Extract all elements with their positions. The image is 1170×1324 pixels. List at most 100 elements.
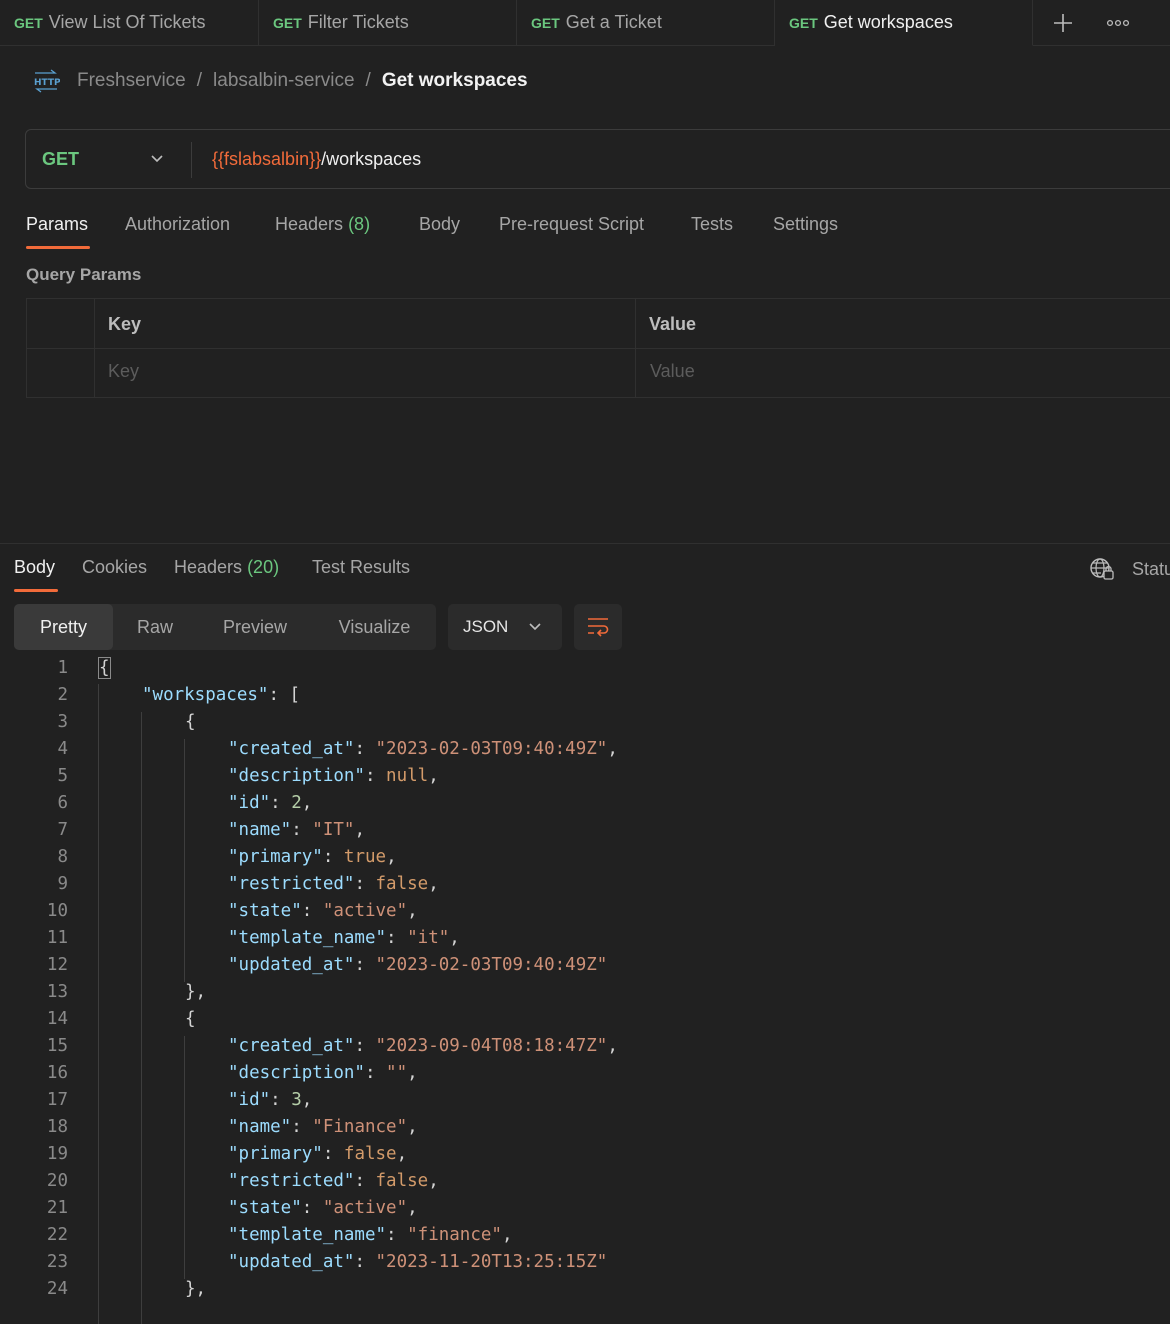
- tab-pre-request-script[interactable]: Pre-request Script: [499, 214, 644, 235]
- code-line: "restricted": false,: [228, 1171, 439, 1191]
- format-raw-button[interactable]: Raw: [113, 604, 197, 650]
- indent-guide: [184, 739, 185, 982]
- line-number: 4: [57, 739, 68, 759]
- code-line: "state": "active",: [228, 901, 418, 921]
- response-tab-body[interactable]: Body: [14, 557, 55, 578]
- breadcrumb-folder[interactable]: labsalbin-service: [213, 70, 355, 92]
- format-preview-button[interactable]: Preview: [197, 604, 313, 650]
- json-value: "it": [407, 928, 450, 948]
- line-number: 5: [57, 766, 68, 786]
- url-bar: GET {{fslabsalbin}}/workspaces: [25, 129, 1170, 189]
- response-tab-headers[interactable]: Headers (20): [174, 557, 279, 578]
- json-value: "2023-02-03T09:40:49Z": [375, 955, 608, 975]
- table-divider: [94, 299, 95, 397]
- code-line: "restricted": false,: [228, 874, 439, 894]
- json-punctuation: :: [354, 1036, 376, 1056]
- query-params-table: Key Value Key Value: [26, 298, 1170, 398]
- json-value: "active": [322, 1198, 408, 1218]
- tab-tests[interactable]: Tests: [691, 214, 733, 235]
- request-tab-get-a-ticket[interactable]: GET Get a Ticket: [517, 0, 775, 45]
- wrap-lines-button[interactable]: [574, 604, 622, 650]
- request-tab-filter-tickets[interactable]: GET Filter Tickets: [259, 0, 517, 45]
- json-punctuation: :: [354, 1171, 376, 1191]
- json-key: "description": [228, 766, 365, 786]
- tab-title: View List Of Tickets: [48, 12, 206, 32]
- tab-title: Get workspaces: [823, 12, 953, 32]
- tab-method: GET: [14, 14, 43, 31]
- json-key: "name": [228, 820, 292, 840]
- json-key: "restricted": [228, 1171, 355, 1191]
- line-number: 8: [57, 847, 68, 867]
- param-key-input[interactable]: Key: [108, 361, 139, 382]
- indent-guide: [141, 712, 142, 1324]
- line-number: 19: [46, 1144, 68, 1164]
- json-punctuation: :: [364, 766, 387, 786]
- json-punctuation: :: [386, 1225, 408, 1245]
- indent-guide: [184, 1036, 185, 1279]
- code-line: "updated_at": "2023-11-20T13:25:15Z": [228, 1252, 607, 1272]
- tab-params[interactable]: Params: [26, 214, 88, 235]
- url-input[interactable]: {{fslabsalbin}}/workspaces: [212, 130, 421, 188]
- json-key: "id": [228, 1090, 271, 1110]
- code-line: "template_name": "it",: [228, 928, 460, 948]
- tab-headers[interactable]: Headers (8): [275, 214, 370, 235]
- json-punctuation: ,: [407, 901, 418, 921]
- language-select[interactable]: JSON: [448, 604, 562, 650]
- breadcrumb: HTTP Freshservice / labsalbin-service / …: [32, 68, 528, 94]
- more-tabs-button[interactable]: [1106, 0, 1130, 45]
- code-line: "name": "IT",: [228, 820, 365, 840]
- json-punctuation: {: [185, 1009, 196, 1029]
- line-number: 23: [46, 1252, 68, 1272]
- json-key: "state": [228, 1198, 302, 1218]
- tab-settings[interactable]: Settings: [773, 214, 838, 235]
- request-tab-view-list-of-tickets[interactable]: GET View List Of Tickets: [0, 0, 259, 45]
- breadcrumb-request-name[interactable]: Get workspaces: [382, 70, 528, 92]
- line-number: 12: [46, 955, 68, 975]
- param-value-input[interactable]: Value: [650, 361, 695, 382]
- json-value: "active": [322, 901, 408, 921]
- json-key: "description": [228, 1063, 365, 1083]
- line-number: 18: [46, 1117, 68, 1137]
- breadcrumb-separator: /: [196, 70, 203, 91]
- json-punctuation: ,: [607, 739, 618, 759]
- response-headers-count: (20): [247, 557, 280, 577]
- code-line: "primary": false,: [228, 1144, 407, 1164]
- format-segmented-control: Pretty Raw Preview Visualize: [14, 604, 436, 650]
- json-key: "name": [228, 1117, 292, 1137]
- format-pretty-button[interactable]: Pretty: [14, 604, 113, 650]
- pane-divider[interactable]: [0, 543, 1170, 544]
- request-tab-get-workspaces[interactable]: GET Get workspaces: [775, 0, 1033, 46]
- indent-guide: [98, 684, 99, 1324]
- json-key: "created_at": [228, 1036, 355, 1056]
- tab-method: GET: [531, 14, 560, 31]
- tab-title: Get a Ticket: [565, 12, 662, 32]
- format-visualize-button[interactable]: Visualize: [313, 604, 436, 650]
- line-number: 21: [46, 1198, 68, 1218]
- code-line: {: [185, 1009, 196, 1029]
- tab-body[interactable]: Body: [419, 214, 460, 235]
- json-key: "restricted": [228, 874, 355, 894]
- json-punctuation: ,: [407, 1063, 418, 1083]
- svg-text:HTTP: HTTP: [34, 78, 60, 88]
- line-number: 10: [46, 901, 68, 921]
- query-params-title: Query Params: [26, 265, 142, 284]
- json-key: "workspaces": [142, 685, 269, 705]
- tab-authorization[interactable]: Authorization: [125, 214, 230, 235]
- response-tab-test-results[interactable]: Test Results: [312, 557, 410, 578]
- json-punctuation: :: [354, 874, 376, 894]
- json-value: false: [375, 874, 429, 894]
- new-tab-button[interactable]: [1052, 0, 1074, 45]
- globe-icon[interactable]: [1089, 557, 1115, 581]
- url-divider: [191, 142, 192, 178]
- breadcrumb-collection[interactable]: Freshservice: [77, 70, 186, 92]
- chevron-down-icon[interactable]: [150, 152, 164, 166]
- response-tab-cookies[interactable]: Cookies: [82, 557, 147, 578]
- method-select[interactable]: GET: [42, 130, 79, 188]
- json-punctuation: :: [386, 928, 408, 948]
- code-line: {: [98, 657, 111, 679]
- tab-headers-label: Headers: [275, 214, 344, 234]
- json-value: "IT": [312, 820, 355, 840]
- tab-method: GET: [273, 14, 302, 31]
- json-punctuation: ,: [301, 793, 313, 813]
- request-tab-bar: GET View List Of Tickets GET Filter Tick…: [0, 0, 1170, 46]
